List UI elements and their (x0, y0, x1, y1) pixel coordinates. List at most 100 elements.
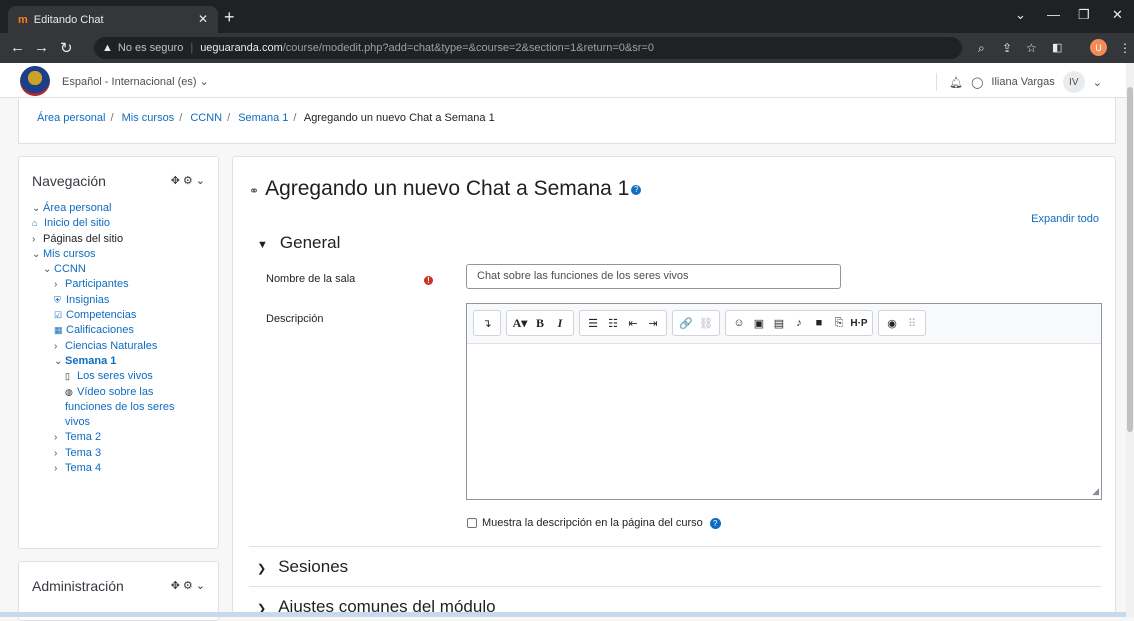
room-name-label: Nombre de la sala (266, 273, 356, 285)
show-more-buttons-icon[interactable]: ↴ (478, 313, 496, 333)
page-title: ⚭ Agregando un nuevo Chat a Semana 1? (249, 177, 642, 201)
nav-tema-2[interactable]: › Tema 2 (32, 430, 217, 445)
navigation-tree: ⌄ Área personal ⌂ Inicio del sitio › Página… (32, 201, 217, 476)
reload-icon[interactable]: ↻ (60, 39, 73, 57)
nav-calificaciones[interactable]: ▦ Calificaciones (32, 323, 217, 338)
media-icon[interactable]: ▤ (770, 313, 788, 333)
forward-icon[interactable]: → (34, 39, 49, 56)
scrollbar-thumb[interactable] (1127, 87, 1133, 432)
paragraph-style-icon[interactable]: A▾ (511, 313, 529, 333)
nav-paginas-sitio[interactable]: › Páginas del sitio (32, 232, 217, 247)
indent-icon[interactable]: ⇥ (644, 313, 662, 333)
ordered-list-icon[interactable]: ☷ (604, 313, 622, 333)
user-name[interactable]: Iliana Vargas (991, 76, 1054, 88)
user-menu-chevron-icon[interactable]: ⌄ (1093, 76, 1102, 89)
nav-insignias[interactable]: ⛨ Insignias (32, 293, 217, 308)
toolbar-group-lists: ☰ ☷ ⇤ ⇥ (579, 310, 667, 336)
italic-icon[interactable]: I (551, 313, 569, 333)
nav-video-funciones-line3[interactable]: vivos (32, 415, 217, 430)
section-general-header[interactable]: ▼ General (257, 233, 340, 253)
nav-video-funciones-line2[interactable]: funciones de los seres (32, 400, 217, 415)
menu-kebab-icon[interactable]: ⋮ (1119, 41, 1131, 55)
unordered-list-icon[interactable]: ☰ (584, 313, 602, 333)
editor-toolbar: ↴ A▾ B I ☰ ☷ ⇤ ⇥ 🔗 ⛓ ☺ ▣ ▤ ♪ ■ ⎘ H·P ◉ ⠿ (467, 304, 1101, 344)
image-icon[interactable]: ▣ (750, 313, 768, 333)
record-video-icon[interactable]: ■ (810, 313, 828, 333)
restore-icon[interactable]: ❐ (1078, 7, 1090, 23)
emoji-icon[interactable]: ☺ (730, 313, 748, 333)
main-region: ⚭ Agregando un nuevo Chat a Semana 1? Exp… (232, 156, 1116, 617)
chevron-right-icon: ❯ (257, 563, 267, 575)
room-name-input[interactable]: Chat sobre las funciones de los seres vi… (466, 264, 841, 289)
url-domain: ueguaranda.com (200, 42, 283, 54)
toolbar-group-extra: ◉ ⠿ (878, 310, 926, 336)
unlink-icon[interactable]: ⛓ (697, 313, 715, 333)
breadcrumb-ccnn[interactable]: CCNN (190, 112, 222, 124)
accessibility-checker-icon[interactable]: ◉ (883, 313, 901, 333)
side-panel-icon[interactable]: ◧ (1052, 41, 1062, 54)
zoom-icon[interactable]: ⌕ (978, 41, 985, 56)
nav-participantes[interactable]: › Participantes (32, 277, 217, 292)
language-selector[interactable]: Español - Internacional (es) ⌄ (62, 75, 209, 88)
help-icon[interactable]: ? (709, 517, 721, 529)
h5p-icon[interactable]: H·P (850, 313, 868, 333)
address-bar[interactable]: ▲ No es seguro | ueguaranda.com /course/… (94, 37, 962, 59)
browser-toolbar: ← → ↻ ▲ No es seguro | ueguaranda.com /c… (0, 33, 1134, 63)
new-tab-icon[interactable]: + (224, 8, 235, 26)
nav-inicio-sitio[interactable]: ⌂ Inicio del sitio (32, 216, 217, 231)
site-header: Español - Internacional (es) ⌄ 🔔︎ ◯ Ilia… (0, 63, 1126, 98)
nav-semana-1[interactable]: ⌄ Semana 1 (32, 354, 217, 369)
outdent-icon[interactable]: ⇤ (624, 313, 642, 333)
breadcrumb-mis-cursos[interactable]: Mis cursos (122, 112, 175, 124)
help-icon[interactable]: ? (631, 185, 642, 195)
security-label: No es seguro (117, 42, 184, 54)
toolbar-group-style: A▾ B I (506, 310, 574, 336)
nav-area-personal[interactable]: ⌄ Área personal (32, 201, 217, 216)
breadcrumb-semana-1[interactable]: Semana 1 (238, 112, 288, 124)
messages-icon[interactable]: ◯ (971, 76, 983, 89)
nav-ccnn[interactable]: ⌄ CCNN (32, 262, 217, 277)
close-tab-icon[interactable]: ✕ (198, 12, 208, 26)
browser-tab[interactable]: m Editando Chat ✕ (8, 6, 218, 33)
show-description-checkbox[interactable]: Muestra la descripción en la página del … (467, 517, 721, 529)
notifications-bell-icon[interactable]: 🔔︎ (949, 76, 963, 89)
admin-block-controls[interactable]: ✥⚙⌄ (171, 579, 208, 592)
breadcrumb-current: Agregando un nuevo Chat a Semana 1 (303, 112, 495, 124)
nav-tema-4[interactable]: › Tema 4 (32, 461, 217, 476)
page-scrollbar[interactable] (1126, 63, 1134, 617)
back-icon[interactable]: ← (10, 39, 25, 56)
breadcrumb-area-personal[interactable]: Área personal (37, 112, 106, 124)
bookmark-star-icon[interactable]: ☆ (1026, 41, 1037, 55)
nav-video-funciones[interactable]: ◍ Vídeo sobre las (32, 385, 217, 400)
record-audio-icon[interactable]: ♪ (790, 313, 808, 333)
section-sessions-header[interactable]: ❯ Sesiones (257, 557, 348, 577)
required-icon: ! (424, 276, 433, 285)
taskbar-strip (0, 612, 1126, 617)
bold-icon[interactable]: B (531, 313, 549, 333)
nav-ciencias-naturales[interactable]: › Ciencias Naturales (32, 339, 217, 354)
expand-all-link[interactable]: Expandir todo (1031, 213, 1099, 225)
browser-tab-strip: m Editando Chat ✕ + ⌄ — ❐ ✕ (0, 0, 1134, 33)
checkbox-box[interactable] (467, 518, 477, 528)
school-logo[interactable] (20, 66, 50, 96)
chat-icon: ⚭ (249, 184, 260, 198)
close-window-icon[interactable]: ✕ (1112, 7, 1123, 23)
resize-handle-icon[interactable]: ◢ (1092, 486, 1099, 497)
screenreader-helper-icon[interactable]: ⠿ (903, 313, 921, 333)
share-icon[interactable]: ⇪ (1002, 41, 1012, 55)
link-icon[interactable]: 🔗 (677, 313, 695, 333)
toolbar-group-links: 🔗 ⛓ (672, 310, 720, 336)
description-editor[interactable]: ↴ A▾ B I ☰ ☷ ⇤ ⇥ 🔗 ⛓ ☺ ▣ ▤ ♪ ■ ⎘ H·P ◉ ⠿… (466, 303, 1102, 500)
manage-files-icon[interactable]: ⎘ (830, 313, 848, 333)
nav-competencias[interactable]: ☑ Competencias (32, 308, 217, 323)
tab-search-icon[interactable]: ⌄ (1015, 7, 1026, 23)
block-controls[interactable]: ✥⚙⌄ (171, 174, 208, 187)
administration-title: Administración (32, 578, 124, 594)
nav-mis-cursos[interactable]: ⌄ Mis cursos (32, 247, 217, 262)
profile-avatar[interactable]: U (1090, 39, 1107, 56)
user-avatar[interactable]: IV (1062, 71, 1085, 93)
toolbar-group-toggle: ↴ (473, 310, 501, 336)
nav-tema-3[interactable]: › Tema 3 (32, 446, 217, 461)
minimize-icon[interactable]: — (1047, 7, 1060, 22)
nav-los-seres-vivos[interactable]: ▯ Los seres vivos (32, 369, 217, 384)
